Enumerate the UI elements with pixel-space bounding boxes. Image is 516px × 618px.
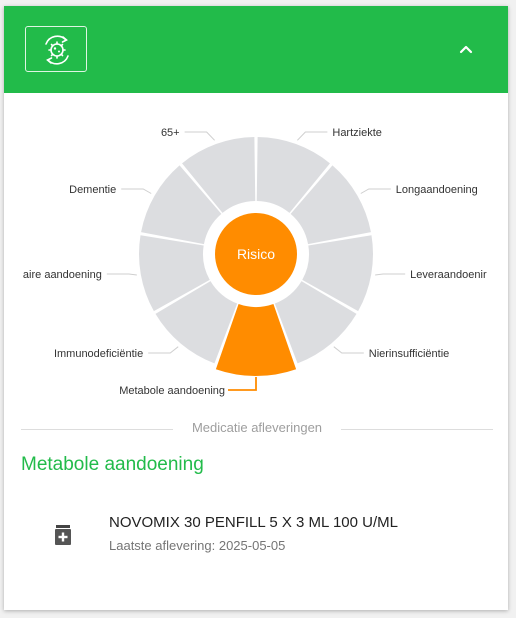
virus-cycle-icon [45,35,69,65]
medicine-icon [55,525,71,545]
leader-line-leveraandoenir [375,273,406,276]
segment-label-dementie: Dementie [69,184,116,196]
collapse-button[interactable] [454,38,478,62]
medication-item: NOVOMIX 30 PENFILL 5 X 3 ML 100 U/ML Laa… [54,511,494,567]
leader-line-dementie [121,188,152,194]
segment-label-65: 65+ [161,127,180,139]
chevron-up-icon [459,45,473,54]
medication-name: NOVOMIX 30 PENFILL 5 X 3 ML 100 U/ML [109,514,398,531]
segment-label-nierinsufficientie: Nierinsufficiëntie [369,348,450,360]
leader-line-aire-aandoening [106,273,137,276]
divider-label: Medicatie afleveringen [181,420,333,435]
risk-card: Hartziekte Longaandoening Leveraandoenir Ni… [4,6,508,610]
leader-line-metabole-aandoening [228,377,257,391]
leader-line-hartziekte [297,131,328,141]
segment-label-leveraandoenir: Leveraandoenir [410,269,487,281]
medication-last-delivery: Laatste aflevering: 2025-05-05 [109,538,286,553]
segment-label-aire-aandoening: aire aandoening [23,269,102,281]
leader-line-longaandoening [360,188,391,194]
virus-icon-button[interactable] [25,26,87,72]
leader-line-nierinsufficientie [333,346,364,354]
segment-label-metabole-aandoening: Metabole aandoening [119,385,225,397]
segment-label-hartziekte: Hartziekte [332,127,382,139]
medication-divider: Medicatie afleveringen [21,420,493,438]
leader-line-immunodeficientie [148,346,179,354]
card-header [4,6,508,93]
segment-label-immunodeficientie: Immunodeficiëntie [54,348,143,360]
section-title: Metabole aandoening [21,454,204,475]
leader-line-65 [184,131,215,141]
risk-center-label: Risico [237,246,275,262]
segment-label-longaandoening: Longaandoening [396,184,478,196]
risk-wheel: Hartziekte Longaandoening Leveraandoenir Ni… [23,127,487,397]
